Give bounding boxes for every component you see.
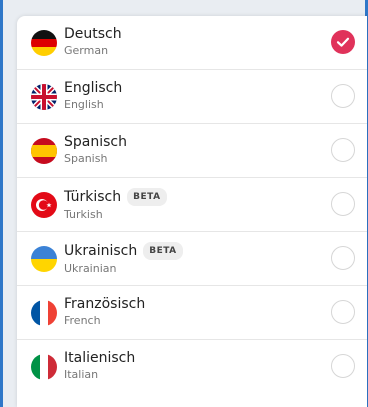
tr-flag-icon bbox=[31, 192, 57, 218]
language-name: Türkisch bbox=[64, 189, 122, 205]
language-name: Spanisch bbox=[64, 134, 127, 150]
language-texts: Ukrainisch BETA Ukrainian bbox=[64, 242, 183, 276]
unselected-radio[interactable] bbox=[331, 246, 355, 270]
language-list: Deutsch German Englisch English Spanisch… bbox=[17, 16, 367, 393]
unselected-radio[interactable] bbox=[331, 84, 355, 108]
language-name: Ukrainisch bbox=[64, 243, 138, 259]
language-texts: Englisch English bbox=[64, 80, 122, 112]
it-flag-icon bbox=[31, 354, 57, 380]
language-name: Italienisch bbox=[64, 350, 136, 366]
language-option-spanisch[interactable]: Spanisch Spanish bbox=[17, 124, 367, 178]
language-native-name: Turkish bbox=[64, 208, 103, 221]
language-name: Englisch bbox=[64, 80, 123, 96]
language-texts: Deutsch German bbox=[64, 26, 122, 58]
language-name: Deutsch bbox=[64, 26, 122, 42]
language-texts: Französisch French bbox=[64, 296, 145, 328]
unselected-radio[interactable] bbox=[331, 354, 355, 378]
language-native-name: Spanish bbox=[64, 152, 108, 165]
language-native-name: English bbox=[64, 98, 104, 111]
beta-badge: BETA bbox=[127, 188, 167, 206]
language-option-italienisch[interactable]: Italienisch Italian bbox=[17, 340, 367, 393]
language-option-englisch[interactable]: Englisch English bbox=[17, 70, 367, 124]
language-name: Französisch bbox=[64, 296, 146, 312]
language-option-ukrainisch[interactable]: Ukrainisch BETA Ukrainian bbox=[17, 232, 367, 286]
beta-badge: BETA bbox=[143, 242, 183, 260]
language-native-name: Italian bbox=[64, 368, 99, 381]
language-texts: Italienisch Italian bbox=[64, 350, 135, 382]
language-native-name: Ukrainian bbox=[64, 262, 117, 275]
fr-flag-icon bbox=[31, 300, 57, 326]
unselected-radio[interactable] bbox=[331, 192, 355, 216]
language-option-deutsch[interactable]: Deutsch German bbox=[17, 16, 367, 70]
language-option-tuerkisch[interactable]: Türkisch BETA Turkish bbox=[17, 178, 367, 232]
es-flag-icon bbox=[31, 138, 57, 164]
unselected-radio[interactable] bbox=[331, 138, 355, 162]
language-native-name: German bbox=[64, 44, 109, 57]
language-texts: Türkisch BETA Turkish bbox=[64, 188, 167, 222]
de-flag-icon bbox=[31, 30, 57, 56]
language-list-card: Deutsch German Englisch English Spanisch… bbox=[17, 16, 367, 407]
language-option-franzoesisch[interactable]: Französisch French bbox=[17, 286, 367, 340]
language-texts: Spanisch Spanish bbox=[64, 134, 127, 166]
selected-radio-checkmark-icon[interactable] bbox=[331, 30, 355, 54]
uk-flag-icon bbox=[31, 84, 57, 110]
language-native-name: French bbox=[64, 314, 101, 327]
unselected-radio[interactable] bbox=[331, 300, 355, 324]
ua-flag-icon bbox=[31, 246, 57, 272]
